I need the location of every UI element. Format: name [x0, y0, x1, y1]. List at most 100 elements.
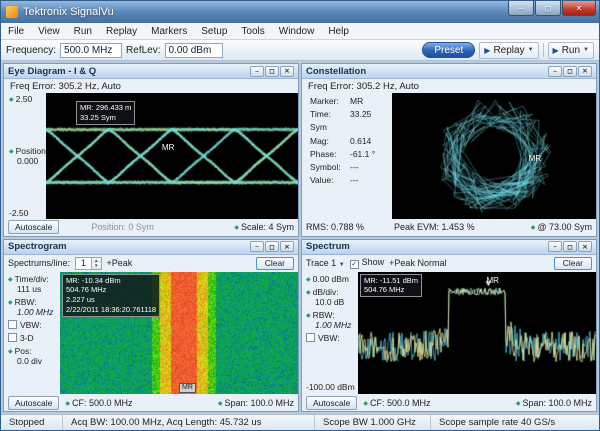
minimize-icon[interactable]: –: [548, 66, 562, 77]
window-controls: – ◻ ✕: [508, 1, 596, 16]
menu-help[interactable]: Help: [321, 25, 356, 38]
spectrum-cf-control[interactable]: ◆CF: 500.0 MHz: [363, 398, 430, 408]
status-scope-bw: Scope BW 1.000 GHz: [315, 415, 431, 430]
preset-button[interactable]: Preset: [422, 42, 475, 58]
db-div-control[interactable]: ◆dB/div:10.0 dB: [306, 287, 357, 307]
adjust-icon: ◆: [234, 225, 239, 231]
spectrum-marker[interactable]: MR: [487, 276, 499, 285]
replay-dropdown-icon[interactable]: ▼: [528, 47, 534, 53]
replay-button[interactable]: ▶ Replay ▼: [479, 42, 538, 59]
eye-panel-titlebar: Eye Diagram - I & Q – ◻ ✕: [4, 64, 298, 79]
window-title: Tektronix SignalVu: [23, 6, 508, 18]
toolbar: Frequency: RefLev: Preset ▶ Replay ▼ ▶ R…: [1, 40, 599, 61]
adjust-icon: ◆: [363, 401, 368, 407]
spectrum-span-control[interactable]: ◆Span: 100.0 MHz: [516, 398, 592, 408]
spectrogram-clear-button[interactable]: Clear: [256, 257, 294, 270]
ref-bottom-label: -100.00 dBm: [306, 382, 357, 392]
statusbar: Stopped Acq BW: 100.00 MHz, Acq Length: …: [1, 414, 599, 430]
maximize-icon[interactable]: ◻: [265, 66, 279, 77]
adjust-icon: ◆: [531, 225, 536, 231]
minimize-icon[interactable]: –: [548, 241, 562, 252]
spectrums-per-line-label: Spectrums/line:: [8, 258, 70, 268]
spectrogram-plot[interactable]: MR: -10.34 dBm 504.76 MHz 2.227 us 2/22/…: [60, 272, 298, 395]
spectrogram-autoscale-button[interactable]: Autoscale: [8, 396, 59, 410]
adjust-icon: ◆: [306, 313, 311, 319]
eye-marker-readout: MR: 296.433 m 33.25 Sym: [76, 101, 135, 125]
eye-panel-controls: – ◻ ✕: [250, 66, 294, 77]
eye-ymin-label: -2.50: [9, 208, 44, 218]
menu-replay[interactable]: Replay: [99, 25, 144, 38]
eye-marker[interactable]: MR: [162, 143, 174, 152]
evm-symbol-control[interactable]: ◆@ 73.00 Sym: [531, 222, 592, 232]
menu-markers[interactable]: Markers: [144, 25, 194, 38]
minimize-icon[interactable]: –: [250, 241, 264, 252]
checkbox-icon: [306, 333, 315, 342]
spectrum-autoscale-button[interactable]: Autoscale: [306, 396, 357, 410]
maximize-button[interactable]: ◻: [535, 1, 561, 16]
close-icon[interactable]: ✕: [578, 241, 592, 252]
menu-window[interactable]: Window: [272, 25, 322, 38]
run-dropdown-icon[interactable]: ▼: [583, 47, 589, 53]
close-icon[interactable]: ✕: [578, 66, 592, 77]
close-icon[interactable]: ✕: [280, 66, 294, 77]
spectrum-detector-label[interactable]: +Peak Normal: [389, 258, 446, 268]
eye-ymax-control[interactable]: ◆2.50: [9, 94, 44, 104]
info-row: Mag:0.614: [310, 135, 390, 148]
maximize-icon[interactable]: ◻: [563, 241, 577, 252]
vbw-checkbox[interactable]: VBW:: [306, 333, 357, 343]
vbw-checkbox[interactable]: VBW:: [8, 320, 59, 330]
adjust-icon: ◆: [9, 149, 14, 155]
close-icon[interactable]: ✕: [280, 241, 294, 252]
reflev-input[interactable]: [165, 43, 223, 58]
rbw-control[interactable]: ◆RBW:1.00 MHz: [306, 310, 357, 330]
eye-plot[interactable]: MR: 296.433 m 33.25 Sym MR: [46, 93, 298, 219]
maximize-icon[interactable]: ◻: [563, 66, 577, 77]
app-icon: [6, 6, 18, 18]
rbw-control[interactable]: ◆RBW:1.00 MHz: [8, 297, 59, 317]
menu-run[interactable]: Run: [67, 25, 99, 38]
spectrum-plot[interactable]: MR: -11.51 dBm 504.76 MHz MR: [358, 272, 596, 395]
info-row: Time:33.25 Sym: [310, 108, 390, 134]
spectrum-panel-controls: – ◻ ✕: [548, 241, 592, 252]
menu-setup[interactable]: Setup: [194, 25, 234, 38]
time-div-control[interactable]: ◆Time/div:111 us: [8, 274, 59, 294]
spectrogram-marker-readout: MR: -10.34 dBm 504.76 MHz 2.227 us 2/22/…: [62, 274, 160, 317]
panel-constellation: Constellation – ◻ ✕ Freq Error: 305.2 Hz…: [301, 63, 597, 237]
constellation-marker[interactable]: MR: [529, 154, 541, 163]
pos-control[interactable]: ◆Pos:0.0 div: [8, 346, 59, 366]
adjust-icon: ◆: [516, 401, 521, 407]
checkbox-icon: [8, 333, 17, 342]
adjust-icon: ◆: [8, 277, 13, 283]
eye-position-readout: Position: 0 Sym: [91, 222, 154, 232]
constellation-plot[interactable]: MR: [392, 93, 596, 219]
spin-down-icon[interactable]: ▼: [92, 263, 100, 269]
spectrogram-panel-controls: – ◻ ✕: [250, 241, 294, 252]
eye-position-control[interactable]: ◆Position:0.000: [9, 146, 44, 166]
frequency-input[interactable]: [60, 43, 122, 58]
menu-tools[interactable]: Tools: [234, 25, 271, 38]
ref-level-control[interactable]: ◆0.00 dBm: [306, 274, 357, 284]
spectrogram-cf-control[interactable]: ◆CF: 500.0 MHz: [65, 398, 132, 408]
constellation-panel-controls: – ◻ ✕: [548, 66, 592, 77]
spectrogram-marker[interactable]: MR: [179, 383, 196, 393]
spectrogram-panel-title: Spectrogram: [8, 241, 67, 252]
trace-selector[interactable]: Trace 1 ▼: [306, 258, 345, 268]
menu-file[interactable]: File: [1, 25, 31, 38]
spectrum-marker-readout: MR: -11.51 dBm 504.76 MHz: [360, 274, 422, 298]
spectrogram-detector-label[interactable]: +Peak: [107, 258, 133, 268]
maximize-icon[interactable]: ◻: [265, 241, 279, 252]
spectrum-clear-button[interactable]: Clear: [554, 257, 592, 270]
show-checkbox[interactable]: ✓Show: [350, 257, 385, 269]
peak-evm-readout: Peak EVM: 1.453 %: [394, 222, 475, 232]
eye-scale-control[interactable]: ◆Scale: 4 Sym: [234, 222, 294, 232]
close-button[interactable]: ✕: [562, 1, 596, 16]
app-window: Tektronix SignalVu – ◻ ✕ File View Run R…: [0, 0, 600, 431]
run-button[interactable]: ▶ Run ▼: [548, 42, 594, 59]
menu-view[interactable]: View: [31, 25, 67, 38]
threed-checkbox[interactable]: 3-D: [8, 333, 59, 343]
minimize-button[interactable]: –: [508, 1, 534, 16]
spectrums-per-line-stepper[interactable]: 1 ▲ ▼: [75, 257, 101, 270]
eye-autoscale-button[interactable]: Autoscale: [8, 220, 59, 234]
minimize-icon[interactable]: –: [250, 66, 264, 77]
spectrogram-span-control[interactable]: ◆Span: 100.0 MHz: [218, 398, 294, 408]
